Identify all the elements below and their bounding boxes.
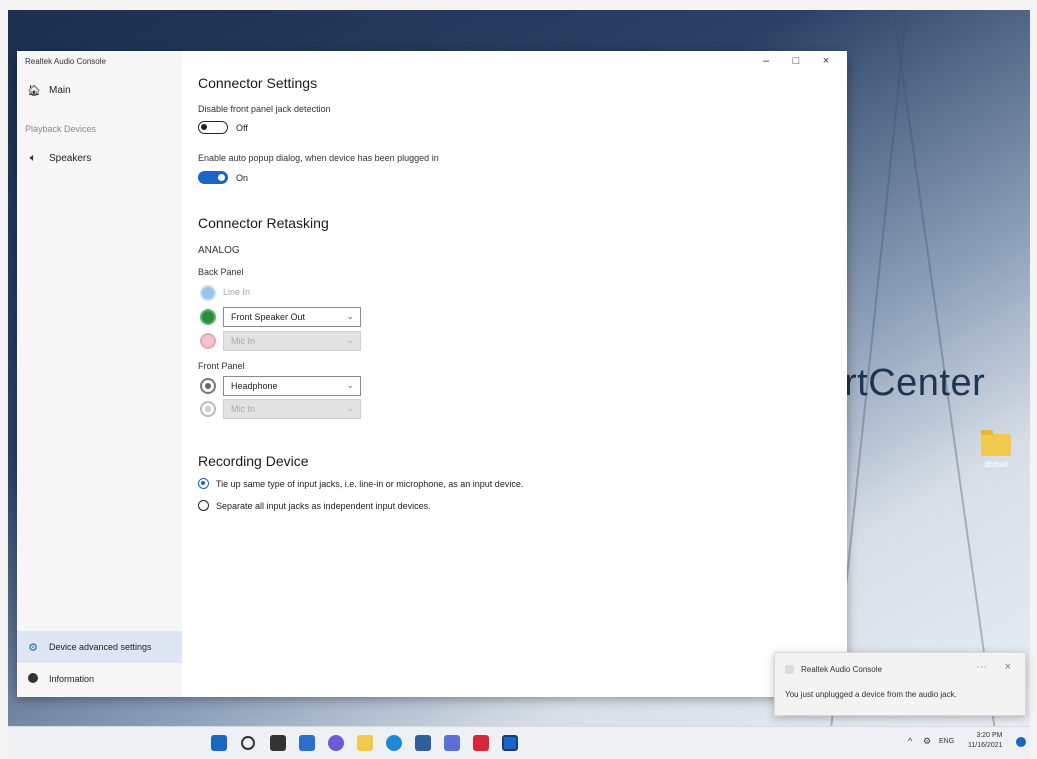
desktop-folder[interactable]: dbtball [974,430,1018,469]
sidebar-item-advanced-settings[interactable]: ⚙ Device advanced settings [17,631,182,663]
task-view-icon[interactable] [270,735,286,751]
sidebar-item-label: Main [49,84,71,96]
close-icon[interactable]: × [1005,661,1011,673]
chat-icon[interactable] [328,735,344,751]
start-icon[interactable] [211,735,227,751]
sidebar-item-speakers[interactable]: 🔈︎ Speakers [17,144,182,172]
mcafee-icon[interactable] [473,735,489,751]
toast-title: Realtek Audio Console [801,665,882,674]
search-icon[interactable] [241,736,255,750]
radio-label: Separate all input jacks as independent … [216,500,431,511]
disable-jack-detection-label: Disable front panel jack detection [198,104,331,114]
store-icon[interactable] [415,735,431,751]
mail-icon[interactable] [444,735,460,751]
front-panel-label: Front Panel [198,361,245,371]
jack-pink-icon [200,333,216,349]
network-icon[interactable]: ⚙ [923,736,931,747]
auto-popup-toggle[interactable] [198,171,228,184]
toast-message: You just unplugged a device from the aud… [785,690,957,699]
toggle-state: Off [236,122,248,133]
jack-headphone-icon [200,378,216,394]
disable-jack-detection-toggle-row: Off [198,121,248,134]
desktop-folder-label: dbtball [984,460,1008,469]
sidebar-item-main[interactable]: 🏠︎ Main [17,76,182,104]
home-icon: 🏠︎ [27,84,41,97]
sidebar-item-information[interactable]: Information [17,665,182,693]
connector-retasking-heading: Connector Retasking [198,215,329,231]
info-icon [27,672,39,686]
radio-label: Tie up same type of input jacks, i.e. li… [216,478,524,489]
sidebar-section-label: Playback Devices [25,124,97,134]
auto-popup-label: Enable auto popup dialog, when device ha… [198,153,439,163]
chevron-down-icon: ⌄ [346,335,354,345]
app-title: Realtek Audio Console [25,57,106,66]
front-headphone-jack-select[interactable]: Headphone ⌄ [223,376,361,396]
realtek-audio-icon[interactable] [502,735,518,751]
auto-popup-toggle-row: On [198,171,248,184]
sidebar-item-label: Device advanced settings [49,642,152,652]
clock-time: 3:20 PM [976,732,1003,739]
chevron-down-icon: ⌄ [346,403,354,413]
select-value: Mic In [231,336,256,346]
sidebar: Realtek Audio Console 🏠︎ Main Playback D… [17,51,182,697]
chevron-down-icon: ⌄ [346,380,354,390]
back-pink-jack-select: Mic In ⌄ [223,331,361,351]
select-value: Front Speaker Out [231,312,306,322]
widgets-icon[interactable] [299,735,315,751]
clock-date: 11/16/2021 [968,742,1003,749]
back-green-jack-select[interactable]: Front Speaker Out ⌄ [223,307,361,327]
main-content: Connector Settings Disable front panel j… [198,51,838,697]
select-value: Headphone [231,381,278,391]
radio-button[interactable] [198,478,209,489]
front-mic-jack-select: Mic In ⌄ [223,399,361,419]
disable-jack-detection-toggle[interactable] [198,121,228,134]
jack-mic-icon [200,401,216,417]
toast-notification[interactable]: Realtek Audio Console ··· × You just unp… [774,652,1026,716]
select-value: Mic In [231,404,256,414]
app-icon [785,665,794,674]
sidebar-item-label: Information [49,674,95,684]
recording-device-heading: Recording Device [198,453,309,469]
clock[interactable]: 3:20 PM 11/16/2021 [968,731,1003,751]
taskbar: ^ ⚙ ENG 3:20 PM 11/16/2021 [8,726,1030,759]
file-explorer-icon[interactable] [357,735,373,751]
gear-icon: ⚙ [28,641,38,654]
radio-separate-inputs[interactable]: Separate all input jacks as independent … [198,500,431,511]
speaker-icon: 🔈︎ [29,151,37,164]
more-options-icon[interactable]: ··· [976,661,987,673]
wallpaper-text: rtCenter [844,362,986,404]
jack-line-in-icon [200,285,216,301]
jack-green-icon [200,309,216,325]
chevron-down-icon: ⌄ [346,311,354,321]
notification-icon[interactable] [1016,737,1026,747]
back-panel-label: Back Panel [198,267,244,277]
language-indicator[interactable]: ENG [939,738,954,745]
radio-tie-up-inputs[interactable]: Tie up same type of input jacks, i.e. li… [198,478,523,489]
toggle-state: On [236,172,249,183]
connector-settings-heading: Connector Settings [198,75,318,91]
radio-button[interactable] [198,500,209,511]
sidebar-item-label: Speakers [49,152,92,164]
app-window: Realtek Audio Console 🏠︎ Main Playback D… [17,51,847,697]
edge-browser-icon[interactable] [386,735,402,751]
jack-line-in-label: Line In [223,287,251,297]
tray-chevron-icon[interactable]: ^ [908,736,912,746]
analog-label: ANALOG [198,245,240,256]
folder-icon [981,430,1011,456]
